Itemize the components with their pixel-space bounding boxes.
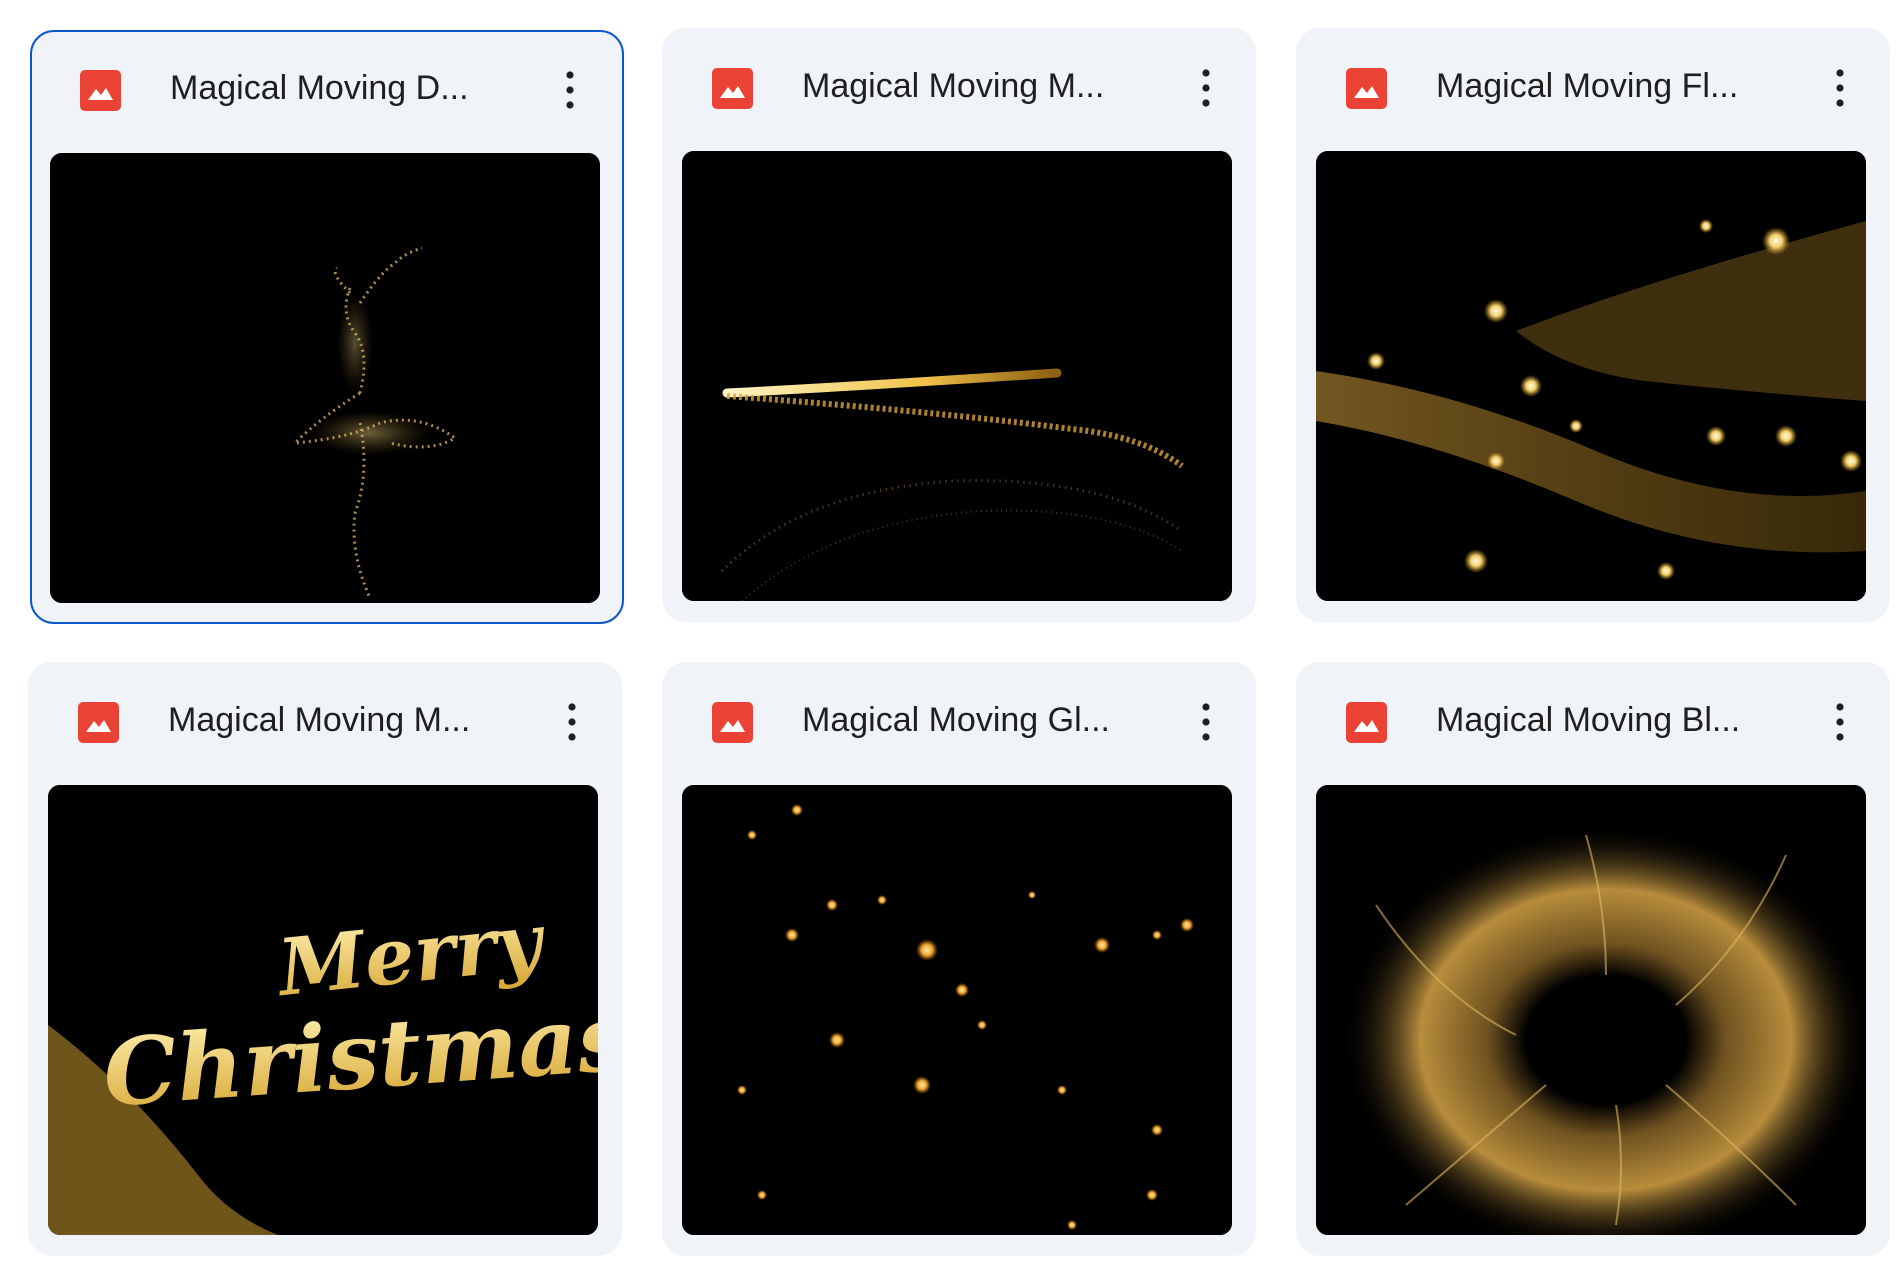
file-thumbnail: Merry Christmas — [48, 785, 598, 1235]
file-card-header: Magical Moving M... — [662, 28, 1256, 148]
file-card-header: Magical Moving Gl... — [662, 662, 1256, 782]
file-title: Magical Moving Fl... — [1436, 67, 1739, 105]
file-card[interactable]: Magical Moving Bl... — [1296, 662, 1890, 1256]
more-vert-icon[interactable] — [550, 60, 590, 120]
file-title: Magical Moving M... — [802, 67, 1105, 105]
file-card-header: Magical Moving Fl... — [1296, 28, 1890, 148]
file-grid: Magical Moving D... Magical Moving M... … — [0, 0, 1902, 1262]
file-card[interactable]: Magical Moving D... — [30, 30, 624, 624]
file-title: Magical Moving M... — [168, 701, 471, 739]
more-vert-icon[interactable] — [1820, 58, 1860, 118]
file-thumbnail — [682, 785, 1232, 1235]
file-thumbnail — [682, 151, 1232, 601]
file-thumbnail — [1316, 151, 1866, 601]
more-vert-icon[interactable] — [1820, 692, 1860, 752]
image-file-icon — [712, 68, 753, 109]
file-title: Magical Moving Bl... — [1436, 701, 1741, 739]
more-vert-icon[interactable] — [1186, 58, 1226, 118]
file-card-header: Magical Moving D... — [30, 30, 620, 150]
image-file-icon — [1346, 68, 1387, 109]
image-file-icon — [80, 70, 121, 111]
file-thumbnail — [1316, 785, 1866, 1235]
file-card-header: Magical Moving Bl... — [1296, 662, 1890, 782]
file-card[interactable]: Magical Moving Fl... — [1296, 28, 1890, 622]
more-vert-icon[interactable] — [1186, 692, 1226, 752]
file-card-header: Magical Moving M... — [28, 662, 622, 782]
file-title: Magical Moving Gl... — [802, 701, 1110, 739]
file-card[interactable]: Magical Moving M... Merry Christmas — [28, 662, 622, 1256]
file-thumbnail — [50, 153, 600, 603]
file-title: Magical Moving D... — [170, 69, 469, 107]
file-card[interactable]: Magical Moving Gl... — [662, 662, 1256, 1256]
image-file-icon — [1346, 702, 1387, 743]
more-vert-icon[interactable] — [552, 692, 592, 752]
image-file-icon — [78, 702, 119, 743]
image-file-icon — [712, 702, 753, 743]
file-card[interactable]: Magical Moving M... — [662, 28, 1256, 622]
